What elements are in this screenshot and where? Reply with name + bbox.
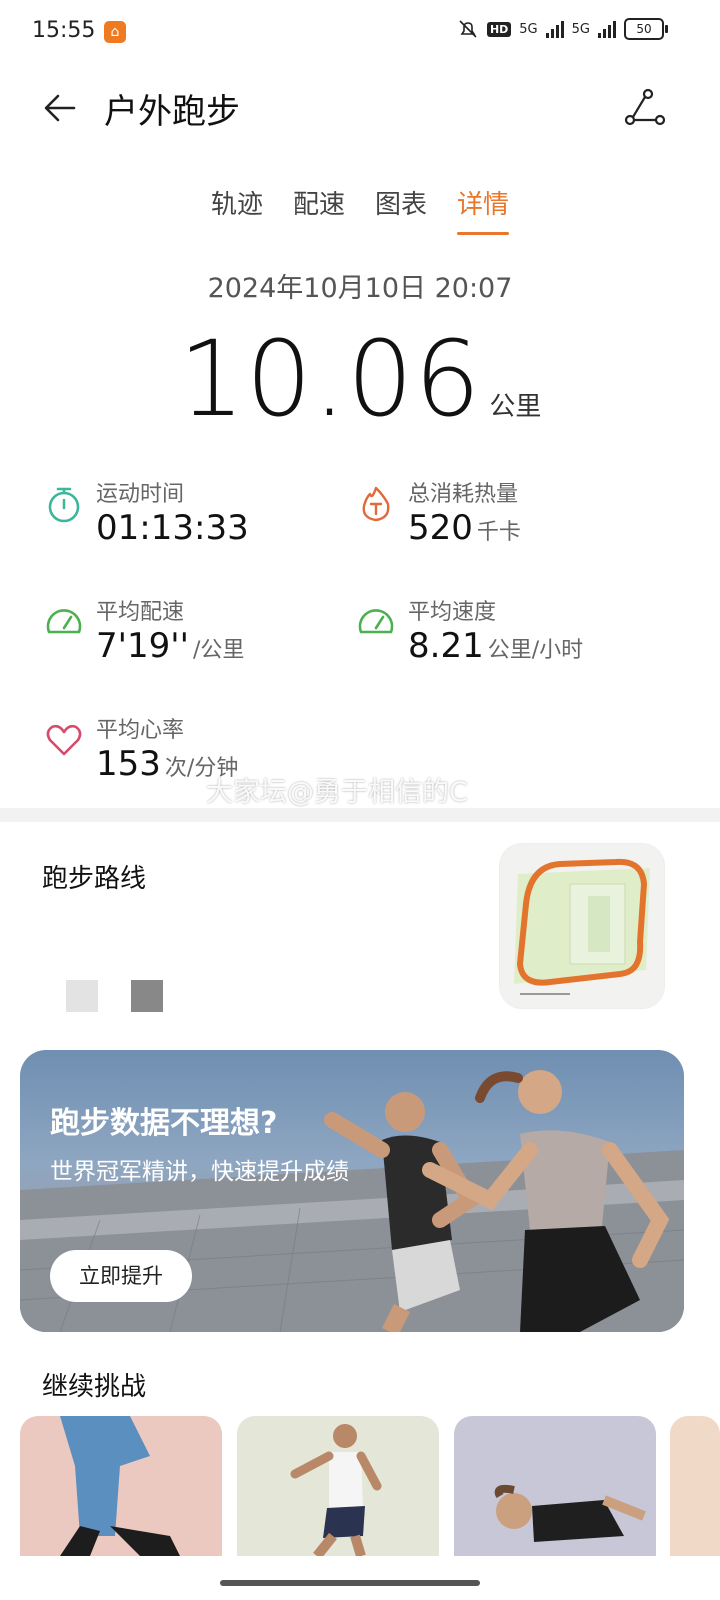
signal-icon-2 [598,20,616,38]
watermark: 大家坛@勇于相信的C [206,777,468,808]
stat-label: 运动时间 [96,482,185,507]
status-icons: HD 5G 5G 50 [457,18,668,40]
speedometer-icon [46,609,82,634]
back-button[interactable] [40,88,84,128]
challenge-card[interactable] [454,1416,656,1556]
hd-icon: HD [486,21,512,37]
arrow-left-icon [44,94,76,122]
calories-value: 520 [408,508,473,548]
share-route-icon [624,88,666,126]
duration-value: 01:13:33 [96,508,249,548]
stat-label: 总消耗热量 [408,482,519,507]
speed-unit: 公里/小时 [487,638,584,663]
route-style-swatch-light[interactable] [66,980,98,1012]
flame-icon [362,486,390,522]
section-divider [0,808,720,822]
share-button[interactable] [622,88,666,128]
challenge-card[interactable] [20,1416,222,1556]
route-map-thumbnail[interactable] [500,844,664,1008]
distance-unit: 公里 [489,392,542,422]
workout-datetime: 2024年10月10日 20:07 [207,273,513,304]
battery-icon: 50 [624,18,668,40]
heart-icon [46,724,82,756]
stat-value: 7'19''/公里 [96,626,244,666]
app-notification-icon: ⌂ [104,21,126,43]
status-time: 15:55 [32,18,96,43]
stat-value: 8.21 公里/小时 [408,626,583,666]
heart-rate-value: 153 [96,744,161,784]
calories-unit: 千卡 [476,520,521,545]
network-label-1: 5G [519,21,538,37]
runner-photo-1 [60,1416,180,1556]
route-title: 跑步路线 [42,864,147,894]
stat-duration: 运动时间 01:13:33 [44,476,344,556]
tab-track[interactable]: 轨迹 [211,184,263,235]
pace-unit: /公里 [192,638,245,663]
challenge-card[interactable] [237,1416,439,1556]
banner-subtitle: 世界冠军精讲，快速提升成绩 [50,1159,349,1185]
stat-label: 平均配速 [96,600,185,625]
tab-charts[interactable]: 图表 [375,184,427,235]
signal-icon-1 [545,20,564,38]
stat-value: 01:13:33 [96,508,249,548]
mute-bell-icon [459,20,477,38]
runner-photo-2 [290,1424,382,1556]
route-style-swatch-dark[interactable] [131,980,163,1012]
tab-bar: 轨迹 配速 图表 详情 [0,184,720,235]
banner-title: 跑步数据不理想? [50,1106,278,1141]
runner-photo-3 [494,1484,646,1542]
improve-now-button[interactable]: 立即提升 [50,1250,192,1302]
stopwatch-icon [48,487,80,523]
stat-label: 平均心率 [96,718,185,743]
training-banner[interactable]: 跑步数据不理想? 世界冠军精讲，快速提升成绩 立即提升 [20,1050,684,1332]
stat-label: 平均速度 [408,600,497,625]
route-map-icon [500,844,664,1008]
distance-value: 10.06 [178,318,482,440]
tab-pace[interactable]: 配速 [293,184,345,235]
home-indicator[interactable] [220,1580,480,1586]
speed-value: 8.21 [408,626,484,666]
status-bar: 15:55 ⌂ HD 5G 5G 50 [0,0,720,64]
stat-calories: 总消耗热量 520 千卡 [356,476,656,556]
tab-details[interactable]: 详情 [457,184,510,235]
stat-avg-speed: 平均速度 8.21 公里/小时 [356,594,656,674]
challenge-title: 继续挑战 [42,1372,147,1402]
gauge-icon [358,609,394,634]
stat-value: 520 千卡 [408,508,521,548]
pace-value: 7'19'' [96,626,189,666]
network-label-2: 5G [571,21,590,37]
page-title: 户外跑步 [104,92,240,132]
stat-avg-pace: 平均配速 7'19''/公里 [44,594,344,674]
distance-display: 10.06 公里 [0,318,720,440]
challenge-card-partial[interactable] [670,1416,720,1556]
